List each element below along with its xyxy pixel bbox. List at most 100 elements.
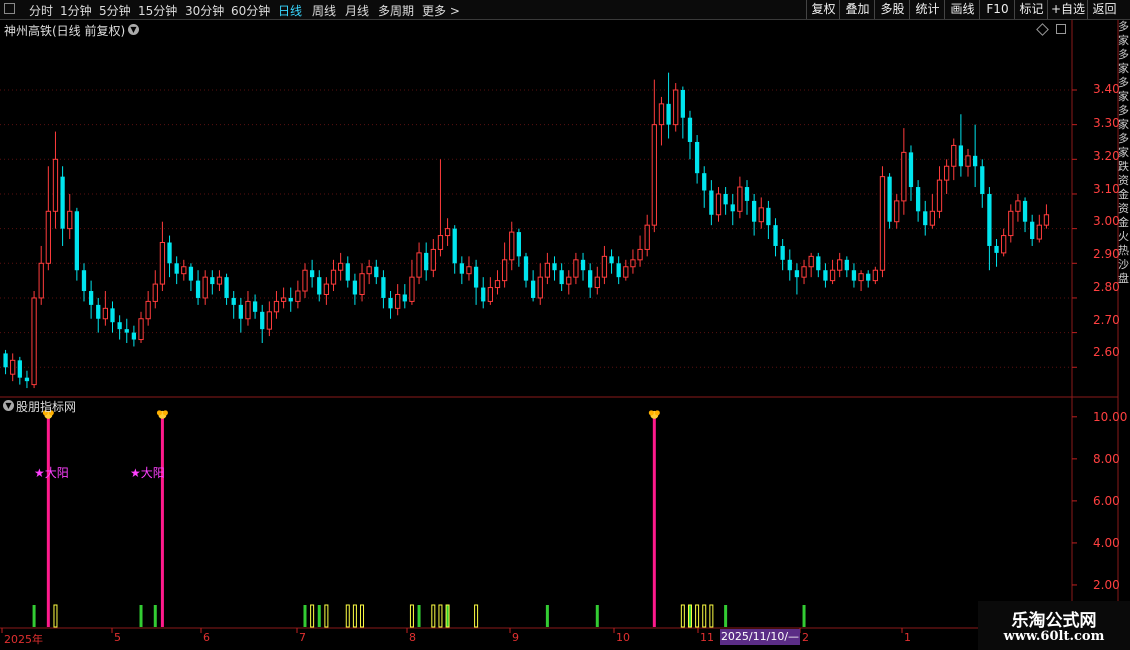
green-marker [595, 605, 599, 627]
price-tick: 2.90 [1093, 247, 1120, 261]
candle-body [680, 89, 685, 118]
candle-body [594, 276, 600, 289]
candle-body [374, 266, 379, 278]
candle-body [1043, 214, 1050, 226]
candle-body [1008, 210, 1014, 237]
candle-body [330, 269, 337, 285]
indicator-chevron-icon[interactable]: ▼ [3, 400, 14, 411]
candle-body [88, 291, 94, 305]
candle-body [216, 276, 223, 285]
candle-body [651, 124, 657, 226]
candle-body [837, 259, 843, 271]
candle-body [666, 103, 671, 125]
candle-body [131, 332, 137, 340]
yellow-marker [345, 604, 350, 628]
candle-body [923, 211, 928, 226]
candle-body [537, 276, 543, 299]
candle-body [52, 158, 59, 212]
candle-body [302, 269, 308, 292]
candle-body [730, 204, 735, 212]
candle-body [409, 276, 415, 302]
candle-body [224, 277, 229, 298]
candle-body [658, 103, 665, 126]
candle-body [195, 280, 201, 298]
x-tick: 1 [904, 631, 911, 644]
green-marker [545, 605, 549, 627]
price-tick: 3.10 [1093, 182, 1120, 196]
candle-body [3, 353, 8, 368]
candle-body [973, 155, 978, 167]
candle-body [273, 300, 280, 313]
watermark-title: 乐淘公式网 [1011, 611, 1097, 631]
candle-body [338, 262, 344, 271]
yellow-marker [702, 604, 707, 628]
yellow-marker [709, 604, 714, 628]
candle-body [630, 259, 636, 268]
candle-body [851, 270, 857, 281]
butterfly-icon [648, 410, 654, 416]
candle-body [858, 273, 864, 282]
yellow-marker [324, 604, 329, 628]
candle-body [516, 232, 522, 257]
candle-body [929, 210, 936, 226]
candle-body [17, 360, 22, 378]
candle-body [588, 270, 593, 288]
candle-body [145, 300, 151, 320]
candle-body [637, 248, 643, 261]
yellow-marker [695, 604, 700, 628]
candle-body [709, 190, 714, 215]
candle-body [424, 252, 429, 271]
candle-body [965, 155, 971, 167]
candle-body [124, 329, 129, 333]
candle-body [908, 152, 914, 188]
candle-body [210, 277, 215, 285]
yellow-marker [352, 604, 357, 628]
yellow-marker [53, 604, 58, 628]
candle-body [673, 89, 679, 126]
x-tick: 11 [700, 631, 714, 644]
candle-body [887, 176, 892, 222]
candle-body [266, 311, 272, 330]
candle-body [138, 318, 144, 341]
candle-body [509, 231, 515, 261]
candle-body [951, 144, 957, 167]
candle-body [238, 304, 243, 319]
price-tick: 2.70 [1093, 313, 1120, 327]
candle-body [494, 280, 501, 289]
candle-body [580, 259, 586, 271]
butterfly-icon [156, 410, 162, 416]
candle-body [808, 255, 814, 268]
candle-body [388, 297, 393, 309]
candle-body [309, 270, 315, 278]
candle-body [501, 259, 508, 282]
candle-body [1030, 221, 1035, 240]
candle-body [174, 263, 179, 274]
x-tick: 8 [409, 631, 416, 644]
candle-body [260, 311, 265, 330]
candle-body [1001, 235, 1007, 254]
right-info-strip: 多家多家多家多家多家跌资金资金火热沙盘 [1118, 20, 1129, 285]
candle-body [844, 259, 849, 271]
candle-body [616, 263, 621, 278]
candle-body [280, 297, 287, 302]
candle-body [24, 377, 30, 382]
candle-body [31, 297, 37, 386]
candle-body [644, 224, 650, 250]
candle-body [715, 193, 722, 216]
candle-body [67, 210, 73, 230]
price-tick: 3.20 [1093, 149, 1120, 163]
candle-body [994, 245, 999, 253]
yellow-marker [310, 604, 315, 628]
green-marker [317, 605, 321, 627]
candle-body [601, 255, 608, 278]
indicator-tick: 2.00 [1093, 578, 1120, 592]
candle-body [38, 262, 44, 299]
candle-body [231, 297, 236, 305]
candle-body [110, 308, 115, 323]
candle-body [487, 287, 493, 302]
green-marker [303, 605, 307, 627]
candle-body [102, 307, 109, 320]
yellow-marker [431, 604, 436, 628]
candle-body [245, 300, 251, 320]
candle-body [416, 252, 422, 278]
